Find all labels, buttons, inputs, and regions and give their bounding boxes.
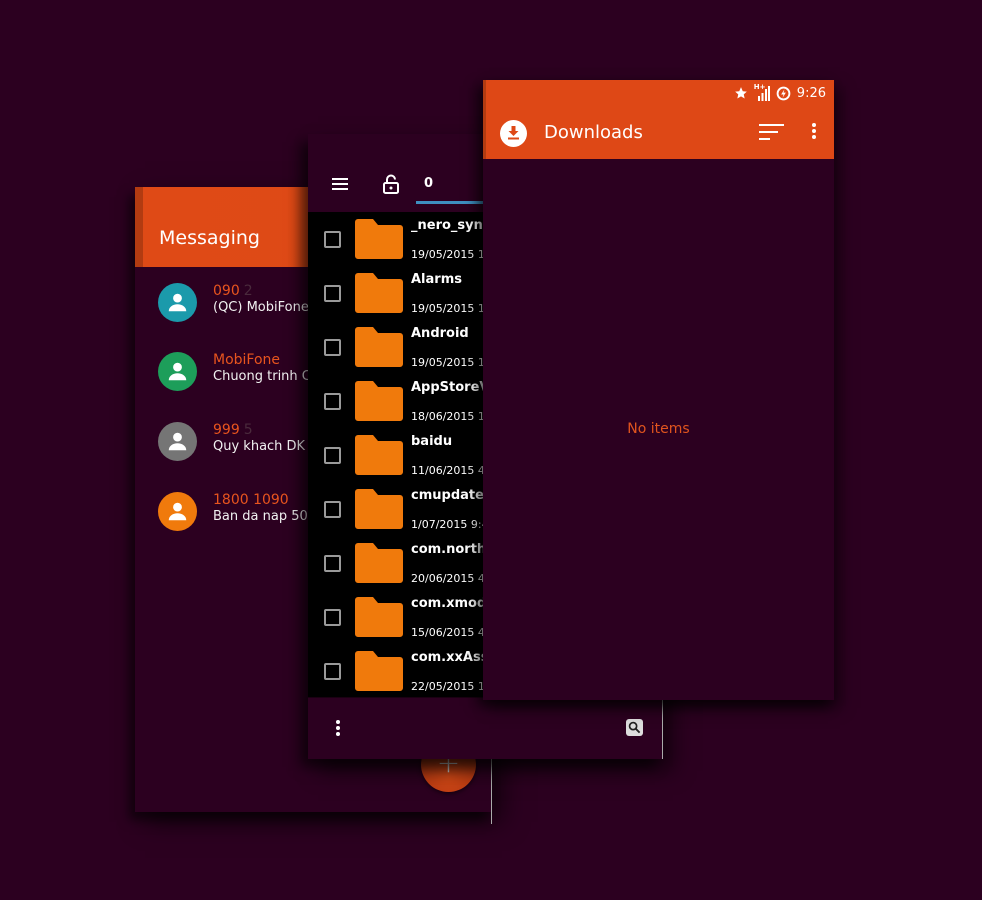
folder-icon	[355, 543, 403, 583]
file-name: Alarms	[411, 272, 462, 287]
person-icon	[168, 432, 187, 451]
file-name: com.xxAssi	[411, 650, 483, 665]
conversation-preview: Chuong trinh CS	[213, 369, 320, 384]
folder-icon	[355, 489, 403, 529]
file-name: baidu	[411, 434, 453, 449]
file-date: 19/05/2015 1:	[411, 356, 483, 369]
empty-state-text: No items	[627, 421, 690, 437]
file-row[interactable]: com.xmodg 15/06/2015 4:	[308, 590, 483, 644]
file-date: 20/06/2015 4:	[411, 572, 483, 585]
messaging-title: Messaging	[159, 227, 260, 249]
file-date: 18/06/2015 1:	[411, 410, 483, 423]
file-row[interactable]: com.northp 20/06/2015 4:	[308, 536, 483, 590]
signal-icon: H+	[754, 83, 770, 101]
folder-icon	[355, 219, 403, 259]
file-date: 19/05/2015 1:	[411, 248, 483, 261]
file-date: 1/07/2015 9:4	[411, 518, 483, 531]
select-checkbox[interactable]	[324, 447, 341, 464]
lock-open-icon[interactable]	[382, 174, 400, 194]
file-name: _nero_sync	[411, 218, 483, 233]
sort-icon[interactable]	[759, 124, 784, 141]
star-icon	[734, 87, 747, 99]
file-row[interactable]: Android 19/05/2015 1:	[308, 320, 483, 374]
file-date: 19/05/2015 1:	[411, 302, 483, 315]
file-date: 11/06/2015 4:	[411, 464, 483, 477]
file-row[interactable]: Alarms 19/05/2015 1:	[308, 266, 483, 320]
select-checkbox[interactable]	[324, 663, 341, 680]
person-icon	[168, 502, 187, 521]
file-name: com.xmodg	[411, 596, 483, 611]
download-icon	[500, 120, 527, 147]
select-checkbox[interactable]	[324, 393, 341, 410]
file-row[interactable]: baidu 11/06/2015 4:	[308, 428, 483, 482]
more-vert-icon[interactable]	[336, 720, 342, 738]
file-date: 22/05/2015 1:	[411, 680, 483, 693]
conversation-sender: MobiFone	[213, 352, 281, 368]
file-row[interactable]: cmupdater 1/07/2015 9:4	[308, 482, 483, 536]
downloads-title: Downloads	[544, 122, 643, 143]
tab-storage[interactable]: 0	[424, 176, 433, 191]
menu-icon[interactable]	[332, 178, 348, 192]
select-checkbox[interactable]	[324, 231, 341, 248]
person-icon	[168, 362, 187, 381]
avatar	[158, 283, 197, 322]
folder-icon	[355, 597, 403, 637]
folder-icon	[355, 381, 403, 421]
conversation-preview: Quy khach DK t	[213, 439, 315, 454]
file-name: com.northp	[411, 542, 483, 557]
file-name: Android	[411, 326, 469, 341]
select-checkbox[interactable]	[324, 501, 341, 518]
folder-icon	[355, 273, 403, 313]
more-vert-icon[interactable]	[812, 123, 818, 141]
folder-icon	[355, 327, 403, 367]
conversation-preview: Ban da nap 500	[213, 509, 317, 524]
conversation-sender: 090 2	[213, 283, 253, 299]
status-time: 9:26	[796, 85, 826, 101]
battery-saver-icon	[776, 86, 791, 100]
downloads-toolbar: H+ 9:26 Downloads	[483, 80, 834, 159]
select-checkbox[interactable]	[324, 285, 341, 302]
downloads-app-panel: H+ 9:26 Downloads No items	[483, 80, 834, 700]
tab-indicator	[416, 201, 486, 204]
file-list: _nero_sync 19/05/2015 1: Alarms 19/05/2015 …	[308, 212, 483, 697]
search-icon[interactable]	[626, 719, 643, 736]
select-checkbox[interactable]	[324, 609, 341, 626]
conversation-preview: (QC) MobiFone	[213, 300, 309, 315]
person-icon	[168, 293, 187, 312]
file-row[interactable]: _nero_sync 19/05/2015 1:	[308, 212, 483, 266]
file-name: AppStoreV	[411, 380, 483, 395]
status-bar: H+ 9:26	[734, 83, 826, 102]
avatar	[158, 492, 197, 531]
file-date: 15/06/2015 4:	[411, 626, 483, 639]
file-row[interactable]: AppStoreV 18/06/2015 1:	[308, 374, 483, 428]
file-manager-bottom-bar	[308, 697, 663, 759]
conversation-sender: 999 5	[213, 422, 253, 438]
avatar	[158, 422, 197, 461]
file-row[interactable]: com.xxAssi 22/05/2015 1:	[308, 644, 483, 697]
file-name: cmupdater	[411, 488, 483, 503]
select-checkbox[interactable]	[324, 555, 341, 572]
conversation-sender: 1800 1090	[213, 492, 289, 508]
select-checkbox[interactable]	[324, 339, 341, 356]
avatar	[158, 352, 197, 391]
folder-icon	[355, 651, 403, 691]
folder-icon	[355, 435, 403, 475]
